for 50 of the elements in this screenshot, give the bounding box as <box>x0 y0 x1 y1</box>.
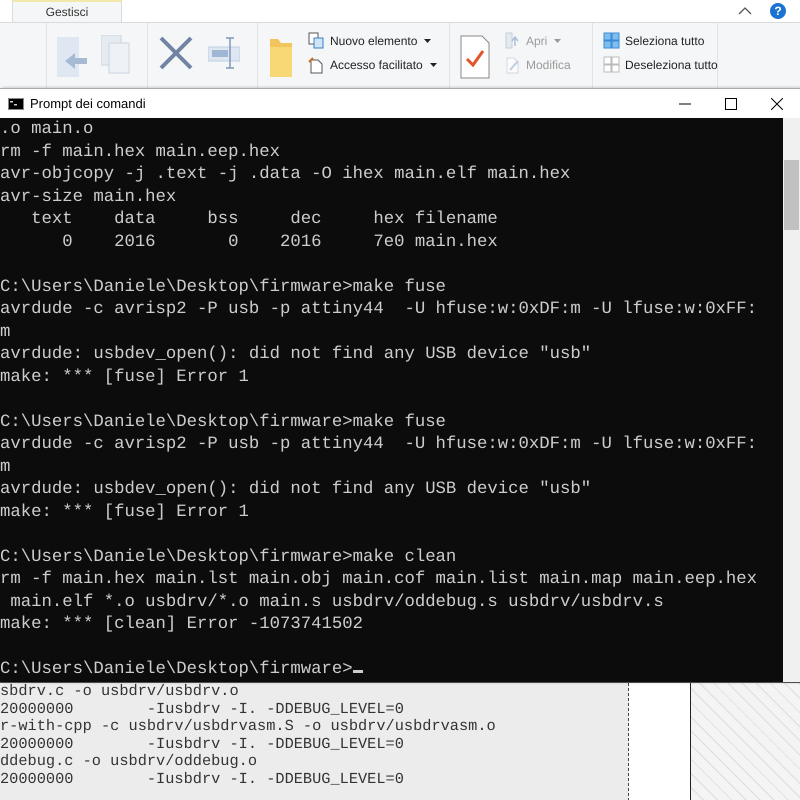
log-line: ddebug.c -o usbdrv/oddebug.o <box>0 753 258 770</box>
upload-icon <box>504 32 521 50</box>
log-line: 20000000 -Iusbdrv -I. -DDEBUG_LEVEL=0 <box>0 700 405 718</box>
terminal-line: .o main.o <box>0 119 94 141</box>
terminal-line: make: *** [fuse] Error 1 <box>0 366 250 388</box>
ribbon-command[interactable]: Deseleziona tutto <box>603 55 718 75</box>
checkmark-document-icon[interactable] <box>460 35 490 79</box>
terminal-line: avrdude: usbdev_open(): did not find any USB device "usb" <box>0 344 592 366</box>
chevron-up-icon[interactable] <box>738 7 752 15</box>
help-button[interactable]: ? <box>770 3 786 19</box>
grid-icon <box>603 56 620 74</box>
terminal-line: avrdude: usbdev_open(): did not find any USB device "usb" <box>0 479 592 501</box>
terminal-line: C:\Users\Daniele\Desktop\firmware> <box>0 659 783 682</box>
ribbon-command[interactable]: Accesso facilitato <box>308 55 437 75</box>
scrollbar[interactable] <box>783 118 800 682</box>
terminal-line: avrdude -c avrisp2 -P usb -p attiny44 -U hfuse:w:0xDF:m -U lfuse:w:0xFF: <box>0 299 758 321</box>
terminal-icon <box>8 98 24 110</box>
terminal-line: C:\Users\Daniele\Desktop\firmware>make fuse <box>0 276 447 298</box>
document-icon <box>308 56 325 74</box>
log-line: sbdrv.c -o usbdrv/usbdrv.o <box>0 683 240 700</box>
terminal-line: avr-size main.hex <box>0 186 178 208</box>
log-line: 20000000 -Iusbdrv -I. -DDEBUG_LEVEL=0 <box>0 736 405 753</box>
terminal-line: C:\Users\Daniele\Desktop\firmware>make fuse <box>0 412 447 434</box>
grid-icon <box>603 32 620 50</box>
terminal-line: rm -f main.hex main.eep.hex <box>0 142 282 164</box>
new-item-icon <box>308 32 325 50</box>
ribbon-command[interactable]: Seleziona tutto <box>603 31 718 51</box>
log-line: r-with-cpp -c usbdrv/usbdrvasm.S -o usbdrv/usbdrvasm.o <box>0 718 497 736</box>
arrow-left-icon[interactable] <box>57 35 87 79</box>
terminal-line: m <box>0 456 12 478</box>
terminal-line: avrdude -c avrisp2 -P usb -p attiny44 -U hfuse:w:0xDF:m -U lfuse:w:0xFF: <box>0 434 758 456</box>
text-cursor <box>352 670 363 673</box>
terminal-line: 0 2016 0 2016 7e0 main.hex <box>61 232 499 254</box>
terminal-line: make: *** [clean] Error -1073741502 <box>0 614 364 636</box>
terminal-line: text data bss dec hex filename <box>30 209 499 231</box>
terminal-line: rm -f main.hex main.lst main.obj main.cof main.list main.map main.eep.hex <box>0 569 758 591</box>
maximize-icon <box>725 98 737 110</box>
ribbon-command[interactable]: Nuovo elemento <box>308 31 437 51</box>
close-icon <box>771 98 783 110</box>
terminal-line: C:\Users\Daniele\Desktop\firmware>make clean <box>0 546 458 568</box>
pencil-document-icon <box>504 56 521 74</box>
window-title: Prompt dei comandi <box>30 96 146 111</box>
terminal-line: make: *** [fuse] Error 1 <box>0 502 250 524</box>
x-icon[interactable] <box>158 35 194 71</box>
ribbon-tab[interactable]: Gestisci <box>12 0 122 22</box>
terminal-line: avr-objcopy -j .text -j .data -O ihex main.elf main.hex <box>0 164 572 186</box>
terminal-line: main.elf *.o usbdrv/*.o main.s usbdrv/oddebug.s usbdrv/usbdrv.s <box>9 592 665 614</box>
terminal-line: m <box>0 322 12 344</box>
log-line: 20000000 -Iusbdrv -I. -DDEBUG_LEVEL=0 <box>0 770 405 788</box>
rename-icon[interactable] <box>208 35 240 71</box>
